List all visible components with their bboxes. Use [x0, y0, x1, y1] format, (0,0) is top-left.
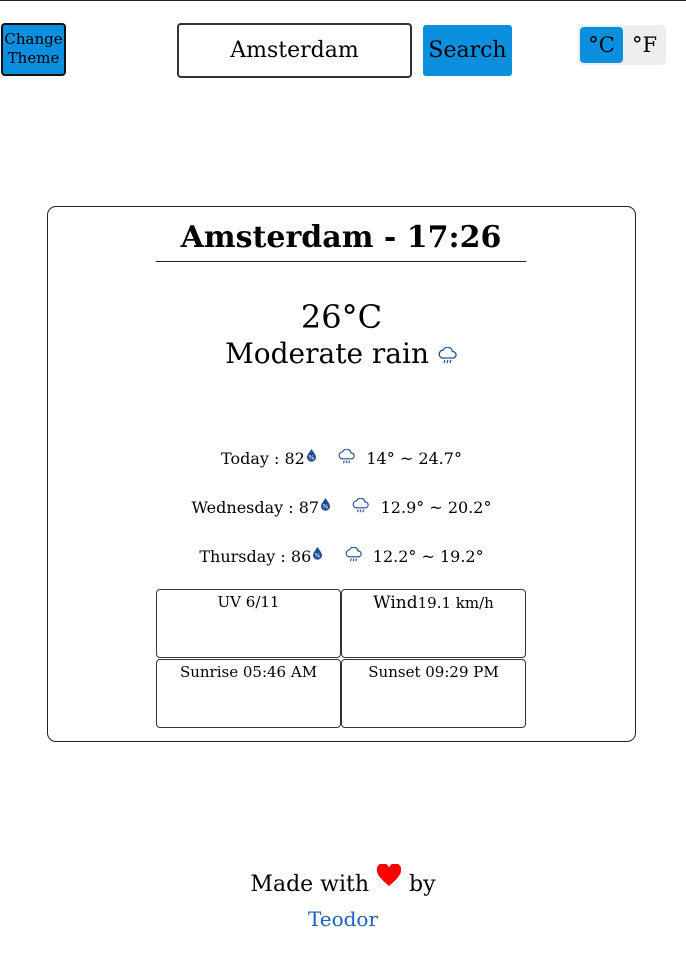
- uv-label: UV: [217, 593, 241, 611]
- wind-cell: Wind19.1 km/h: [341, 589, 526, 658]
- heart-icon: [376, 863, 402, 896]
- uv-cell: UV 6/11: [156, 589, 341, 658]
- sunrise-value: 05:46 AM: [242, 663, 318, 681]
- fahrenheit-button[interactable]: °F: [623, 25, 666, 65]
- forecast-row: Today : 82% 14° ~ 24.7°: [47, 447, 636, 470]
- change-theme-button[interactable]: Change Theme: [1, 23, 66, 76]
- wind-label: Wind: [373, 593, 418, 613]
- humidity-drop-icon: %: [319, 496, 332, 516]
- rain-cloud-icon: [352, 497, 370, 519]
- svg-text:%: %: [309, 455, 315, 462]
- current-temperature: 26°C: [300, 298, 383, 336]
- forecast-day-label: Thursday : 86: [199, 547, 312, 566]
- search-button[interactable]: Search: [423, 25, 512, 76]
- footer-credit: Made with by: [0, 863, 686, 900]
- unit-toggle: °C °F: [578, 25, 666, 65]
- forecast-range: 14° ~ 24.7°: [366, 449, 462, 468]
- humidity-drop-icon: %: [305, 447, 318, 467]
- forecast-range: 12.2° ~ 19.2°: [372, 547, 484, 566]
- condition-text: Moderate rain: [225, 337, 429, 370]
- uv-value: 6/11: [245, 593, 280, 611]
- made-with-text: Made with: [250, 872, 370, 897]
- rain-cloud-icon: [438, 339, 458, 373]
- humidity-drop-icon: %: [311, 545, 324, 565]
- forecast-row: Wednesday : 87% 12.9° ~ 20.2°: [47, 496, 636, 519]
- by-text: by: [409, 872, 436, 897]
- wind-value: 19.1 km/h: [417, 594, 494, 612]
- search-input[interactable]: Amsterdam: [177, 23, 412, 78]
- sunset-cell: Sunset 09:29 PM: [341, 659, 526, 728]
- svg-text:%: %: [315, 553, 321, 560]
- forecast-day-label: Wednesday : 87: [191, 498, 320, 517]
- author-link[interactable]: Teodor: [0, 907, 686, 931]
- rain-cloud-icon: [338, 448, 356, 470]
- sunrise-cell: Sunrise 05:46 AM: [156, 659, 341, 728]
- sunset-value: 09:29 PM: [425, 663, 499, 681]
- svg-text:%: %: [323, 504, 329, 511]
- sunrise-label: Sunrise: [179, 663, 239, 681]
- current-condition: Moderate rain: [47, 337, 636, 373]
- forecast-range: 12.9° ~ 20.2°: [380, 498, 492, 517]
- rain-cloud-icon: [345, 546, 363, 568]
- forecast-day-label: Today : 82: [221, 449, 305, 468]
- forecast-row: Thursday : 86% 12.2° ~ 19.2°: [47, 545, 636, 568]
- city-time-title: Amsterdam - 17:26: [156, 219, 526, 262]
- celsius-button[interactable]: °C: [580, 27, 623, 63]
- sunset-label: Sunset: [368, 663, 421, 681]
